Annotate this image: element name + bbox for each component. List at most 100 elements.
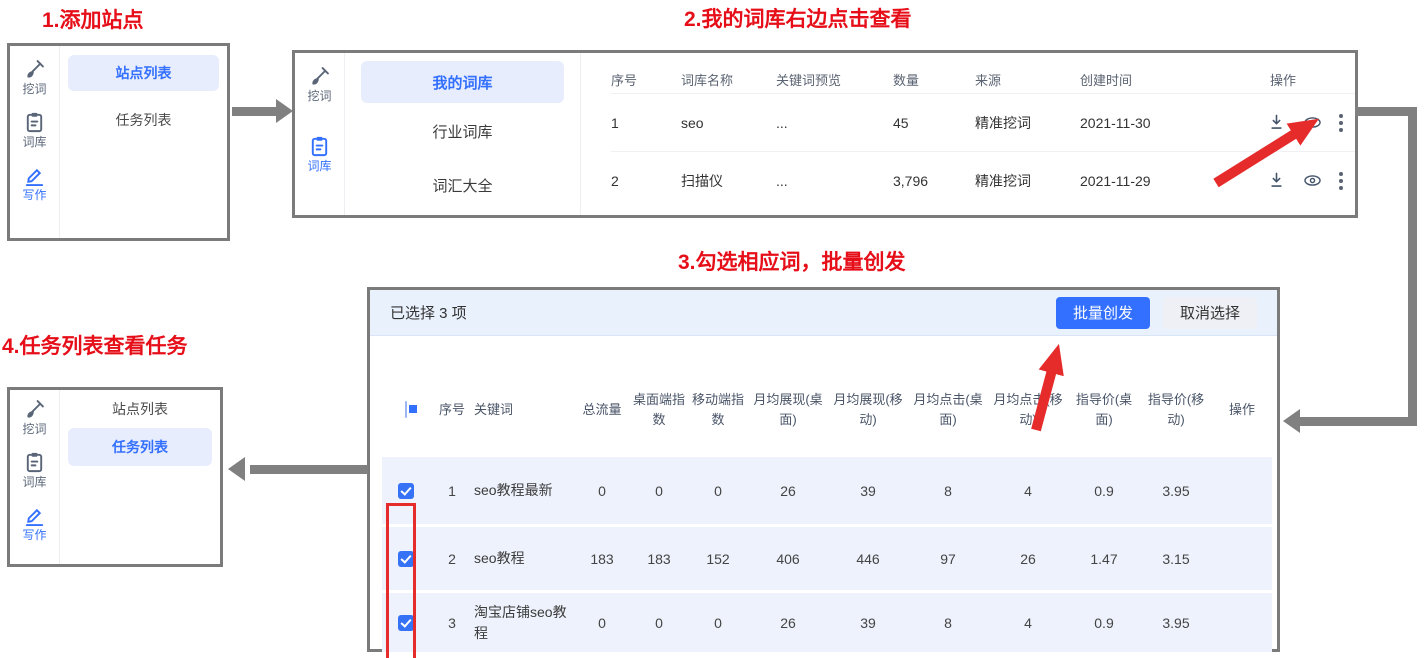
cell-preview: ... (776, 173, 893, 189)
menu-item-vocabulary-collection[interactable]: 词汇大全 (361, 159, 564, 211)
rail-item-dig-words[interactable]: 挖词 (307, 65, 331, 103)
cell-seq: 3 (430, 615, 474, 631)
cell-price-mobile: 3.95 (1140, 483, 1212, 499)
cell-keyword: 淘宝店铺seo教程 (474, 602, 574, 644)
rail-label: 词库 (307, 160, 331, 173)
cell-impr-desktop: 26 (748, 483, 828, 499)
table-row: 2 seo教程 183 183 152 406 446 97 26 1.47 3… (382, 524, 1272, 590)
pencil-icon (23, 504, 46, 527)
pencil-icon (23, 164, 46, 187)
keyword-table-header: 序号 关键词 总流量 桌面端指数 移动端指数 月均展现(桌面) 月均展现(移动)… (382, 366, 1272, 454)
clipboard-icon (23, 111, 46, 134)
cell-total-traffic: 0 (574, 483, 630, 499)
cell-clicks-mobile: 4 (988, 615, 1068, 631)
clipboard-icon (308, 135, 331, 158)
rail-item-word-library[interactable]: 词库 (22, 111, 46, 149)
cell-price-mobile: 3.15 (1140, 551, 1212, 567)
step4-title: 4.任务列表查看任务 (2, 330, 188, 360)
cell-seq: 2 (611, 173, 681, 189)
cancel-selection-button[interactable]: 取消选择 (1163, 297, 1257, 329)
rail-item-dig-words[interactable]: 挖词 (22, 58, 46, 96)
col-desktop-index: 桌面端指数 (630, 390, 688, 430)
cell-price-desktop: 0.9 (1068, 615, 1140, 631)
select-all-checkbox[interactable] (405, 401, 407, 418)
step3-title: 3.勾选相应词，批量创发 (678, 246, 906, 276)
menu-item-site-list[interactable]: 站点列表 (68, 55, 219, 91)
panel-keyword-selection: 已选择 3 项 批量创发 取消选择 序号 关键词 总流量 桌面端指数 移动端指数… (367, 287, 1280, 652)
row-checkbox[interactable] (398, 551, 414, 567)
thesaurus-table-header: 序号 词库名称 关键词预览 数量 来源 创建时间 操作 (611, 59, 1355, 93)
cell-clicks-mobile: 4 (988, 483, 1068, 499)
rail-item-dig-words[interactable]: 挖词 (22, 398, 46, 436)
cell-preview: ... (776, 115, 893, 131)
cell-keyword: seo教程 (474, 548, 574, 569)
module-rail: 挖词 词库 (295, 53, 345, 215)
cell-desktop-index: 0 (630, 483, 688, 499)
cell-impr-desktop: 26 (748, 615, 828, 631)
col-seq: 序号 (611, 64, 681, 89)
col-impr-mobile: 月均展现(移动) (828, 390, 908, 430)
rail-label: 挖词 (307, 90, 331, 103)
menu-item-site-list[interactable]: 站点列表 (68, 394, 212, 424)
col-clicks-desktop: 月均点击(桌面) (908, 390, 988, 430)
cell-clicks-desktop: 8 (908, 615, 988, 631)
cell-clicks-desktop: 97 (908, 551, 988, 567)
connector-1-2-arrowhead (276, 99, 293, 123)
rail-label: 词库 (22, 136, 46, 149)
cell-clicks-desktop: 8 (908, 483, 988, 499)
menu-item-industry-thesaurus[interactable]: 行业词库 (361, 105, 564, 157)
clipboard-icon (23, 451, 46, 474)
menu-item-task-list[interactable]: 任务列表 (68, 103, 219, 137)
cell-count: 3,796 (893, 173, 975, 189)
eye-icon[interactable] (1303, 171, 1322, 190)
row-checkbox[interactable] (398, 483, 414, 499)
cell-price-desktop: 1.47 (1068, 551, 1140, 567)
cell-desktop-index: 0 (630, 615, 688, 631)
col-name: 词库名称 (681, 64, 776, 89)
module-rail: 挖词 词库 写作 (10, 46, 60, 238)
rail-item-writing[interactable]: 写作 (22, 164, 46, 202)
cell-mobile-index: 152 (688, 551, 748, 567)
more-actions-icon[interactable] (1339, 179, 1343, 183)
col-source: 来源 (975, 64, 1080, 89)
menu-item-my-thesaurus[interactable]: 我的词库 (361, 61, 564, 103)
panel-task-list: 挖词 词库 写作 站点列表 任务列表 (7, 387, 223, 567)
table-row: 1 seo ... 45 精准挖词 2021-11-30 (611, 93, 1355, 151)
cell-impr-mobile: 446 (828, 551, 908, 567)
table-row: 1 seo教程最新 0 0 0 26 39 8 4 0.9 3.95 (382, 454, 1272, 524)
col-mobile-index: 移动端指数 (688, 390, 748, 430)
rail-label: 词库 (22, 476, 46, 489)
more-actions-icon[interactable] (1339, 121, 1343, 125)
download-icon[interactable] (1267, 171, 1286, 190)
rail-item-word-library[interactable]: 词库 (307, 135, 331, 173)
rail-label: 挖词 (22, 423, 46, 436)
cell-mobile-index: 0 (688, 483, 748, 499)
col-count: 数量 (893, 64, 975, 89)
selection-count-text: 已选择 3 项 (390, 302, 467, 323)
col-price-mobile: 指导价(移动) (1140, 390, 1212, 430)
rail-item-word-library[interactable]: 词库 (22, 451, 46, 489)
rail-label: 挖词 (22, 83, 46, 96)
tutorial-canvas: { "colors": { "accent_blue": "#3370ff", … (0, 0, 1424, 658)
menu-item-task-list[interactable]: 任务列表 (68, 428, 212, 466)
connector-1-2-shaft (232, 107, 278, 116)
cell-total-traffic: 183 (574, 551, 630, 567)
module-rail: 挖词 词库 写作 (10, 390, 60, 564)
col-impr-desktop: 月均展现(桌面) (748, 390, 828, 430)
shovel-icon (308, 65, 331, 88)
connector-2-3-segment (1299, 417, 1412, 426)
col-preview: 关键词预览 (776, 64, 893, 89)
shovel-icon (23, 58, 46, 81)
download-icon[interactable] (1267, 113, 1286, 132)
connector-3-4-shaft (250, 465, 368, 474)
col-seq: 序号 (430, 400, 474, 420)
row-checkbox[interactable] (398, 615, 414, 631)
step1-title: 1.添加站点 (42, 4, 144, 34)
eye-icon[interactable] (1303, 113, 1322, 132)
cell-source: 精准挖词 (975, 171, 1080, 191)
cell-seq: 1 (430, 483, 474, 499)
batch-create-button[interactable]: 批量创发 (1056, 297, 1150, 329)
cell-desktop-index: 183 (630, 551, 688, 567)
panel-word-library: 挖词 词库 我的词库 行业词库 词汇大全 序号 词库名称 关键词预览 数量 来源… (292, 50, 1358, 218)
rail-item-writing[interactable]: 写作 (22, 504, 46, 542)
